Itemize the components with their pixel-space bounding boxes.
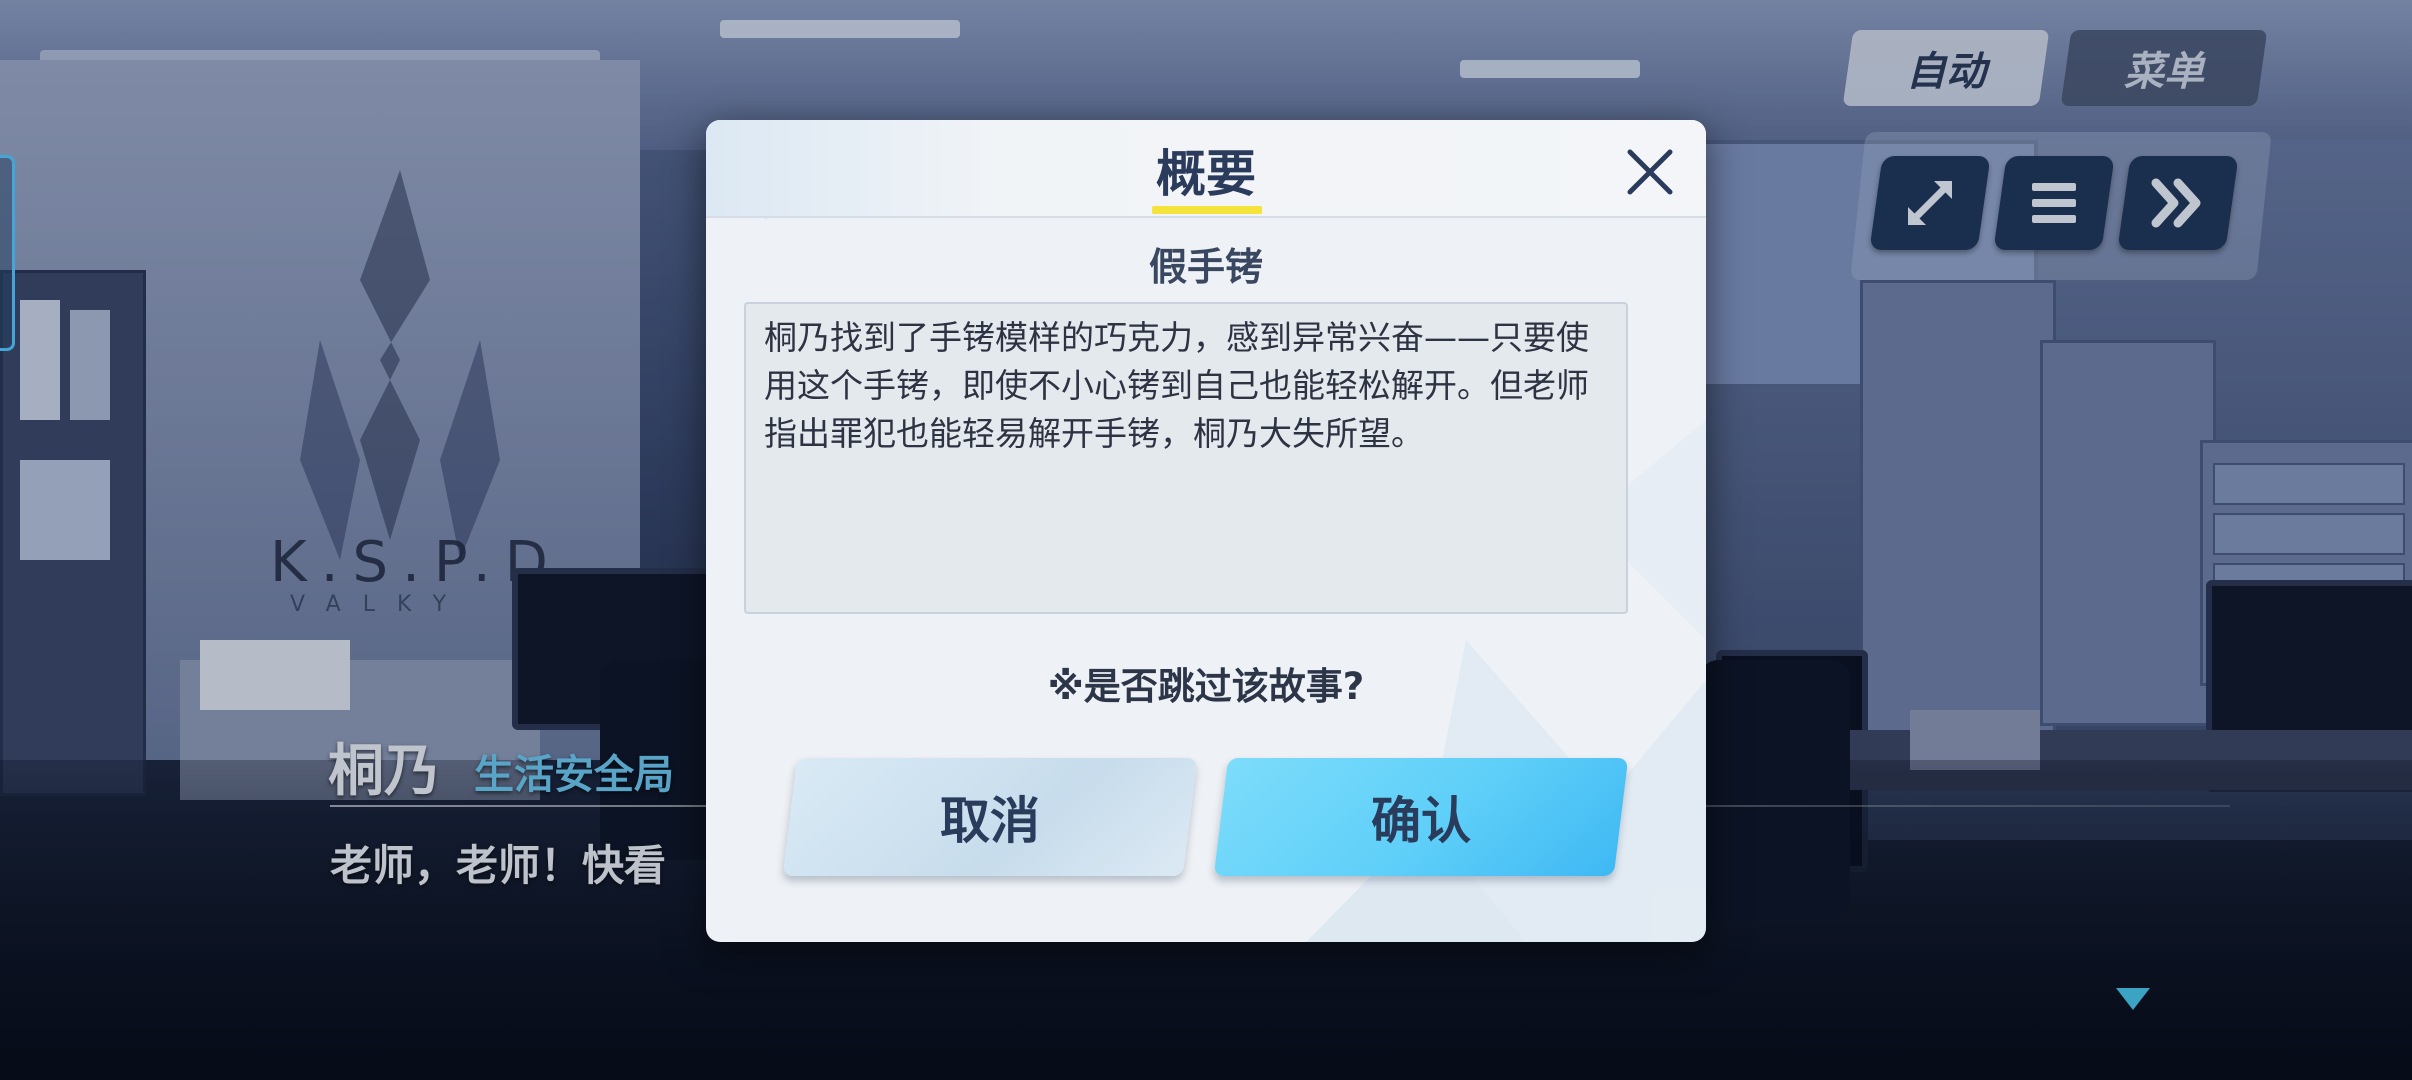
cancel-button-label: 取消	[940, 792, 1040, 850]
story-title: 假手铐	[1148, 245, 1263, 289]
story-summary: 桐乃找到了手铐模样的巧克力，感到异常兴奋——只要使用这个手铐，即使不小心铐到自己…	[744, 302, 1628, 614]
confirm-button[interactable]: 确认	[1213, 758, 1629, 876]
skip-question: ※是否跳过该故事?	[1047, 665, 1365, 708]
confirm-button-label: 确认	[1371, 792, 1471, 850]
modal-title: 概要	[1156, 145, 1256, 203]
summary-modal: 概要 假手铐 桐乃找到了手铐模样的巧克力，感到异常兴奋——只要使用这个手铐，即使…	[706, 120, 1706, 942]
cancel-button[interactable]: 取消	[782, 758, 1198, 876]
title-underline	[1152, 206, 1262, 214]
close-icon[interactable]	[1622, 144, 1678, 200]
